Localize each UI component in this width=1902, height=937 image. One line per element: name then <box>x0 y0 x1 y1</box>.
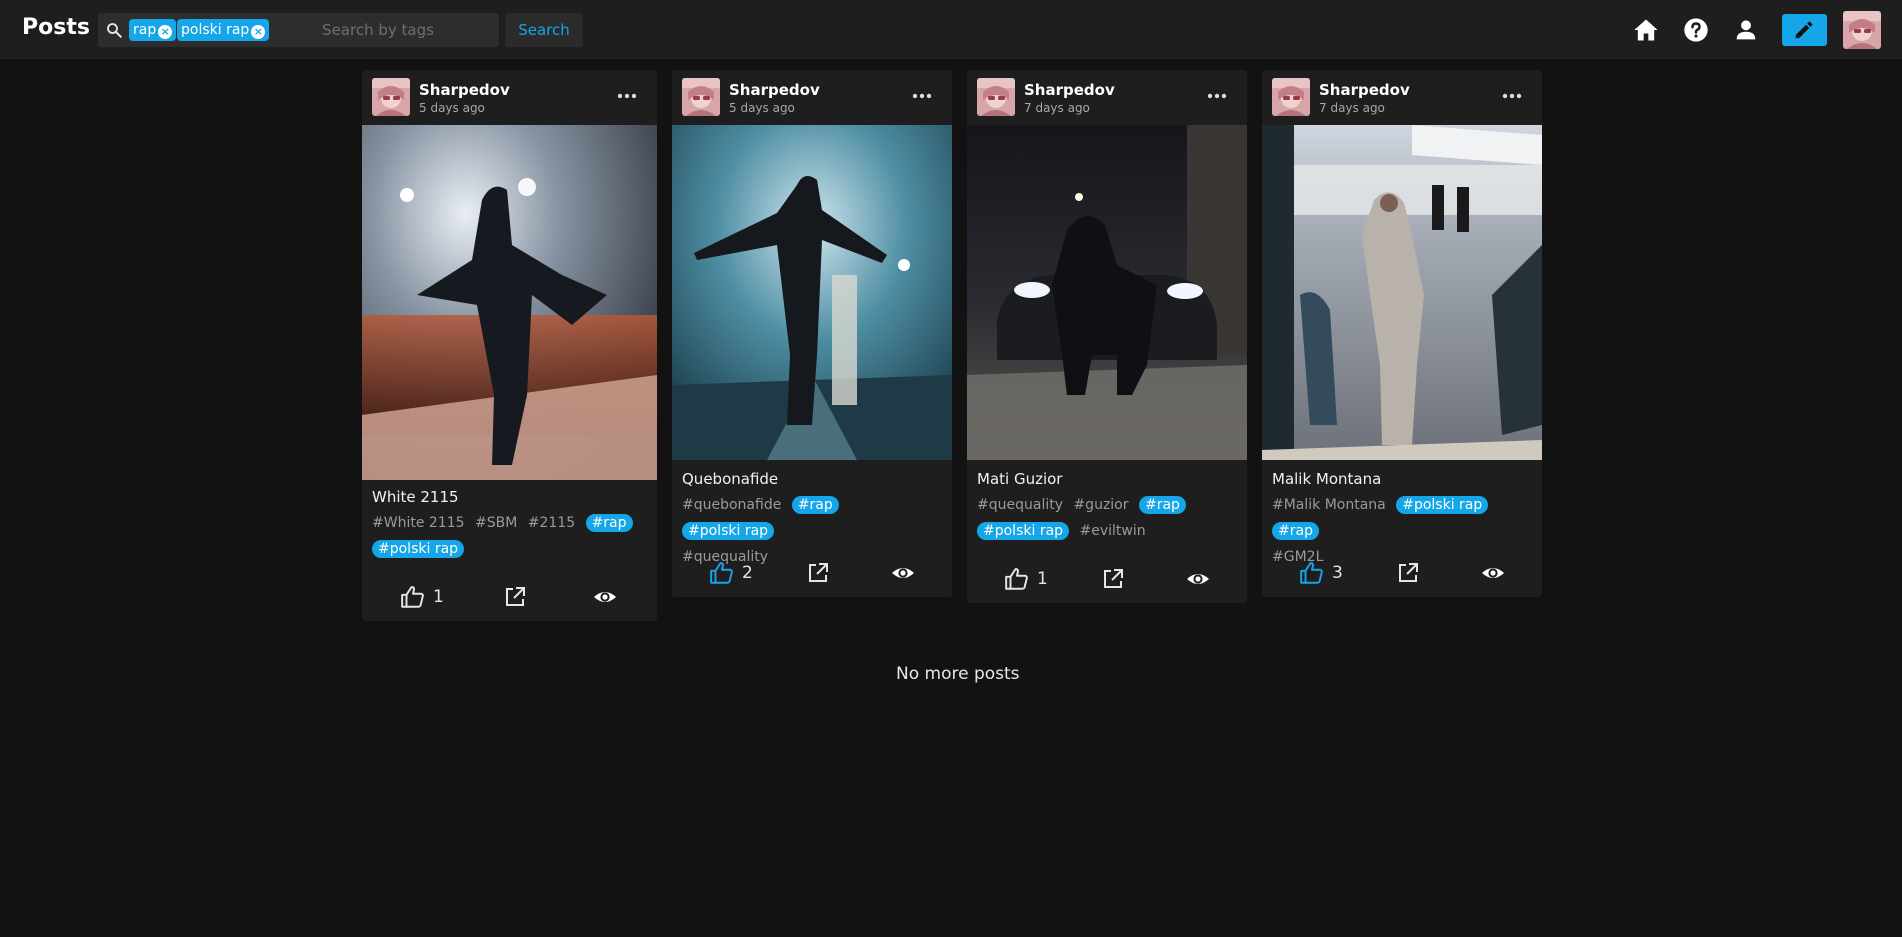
post-tag-highlighted[interactable]: #rap <box>1138 496 1186 514</box>
post-tags: #quebonafide #rap #polski rap #quequalit… <box>682 492 944 570</box>
author-avatar[interactable] <box>372 78 410 116</box>
post-time: 7 days ago <box>1319 101 1385 115</box>
post-time: 7 days ago <box>1024 101 1090 115</box>
post-time: 5 days ago <box>419 101 485 115</box>
no-more-posts-text: No more posts <box>896 664 1020 684</box>
like-count: 2 <box>742 563 753 583</box>
tag-chip-polski-rap: polski rap × <box>177 19 270 41</box>
view-icon[interactable] <box>1480 561 1506 585</box>
view-icon[interactable] <box>592 585 618 609</box>
post-card[interactable]: Sharpedov 7 days ago Mati Guzior #quequa… <box>967 70 1247 603</box>
open-post-icon[interactable] <box>806 561 830 585</box>
post-card[interactable]: Sharpedov 5 days ago Quebonafide #quebon… <box>672 70 952 597</box>
home-icon[interactable] <box>1632 16 1660 44</box>
view-icon[interactable] <box>1185 567 1211 591</box>
post-card[interactable]: Sharpedov 5 days ago White 2115 #White 2… <box>362 70 657 621</box>
more-options-icon[interactable] <box>617 91 637 101</box>
post-tag[interactable]: #eviltwin <box>1080 523 1146 539</box>
post-tag[interactable]: #White 2115 <box>372 515 465 531</box>
post-image[interactable] <box>362 125 657 480</box>
like-count: 1 <box>1037 569 1048 589</box>
post-tag[interactable]: #Malik Montana <box>1272 497 1386 513</box>
post-title[interactable]: Malik Montana <box>1272 470 1381 488</box>
account-icon[interactable] <box>1732 16 1760 44</box>
post-tags: #Malik Montana #polski rap #rap #GM2L <box>1272 492 1534 570</box>
more-options-icon[interactable] <box>1207 91 1227 101</box>
author-avatar[interactable] <box>682 78 720 116</box>
post-tag[interactable]: #SBM <box>475 515 517 531</box>
author-avatar[interactable] <box>977 78 1015 116</box>
post-tag-highlighted[interactable]: #polski rap <box>977 522 1070 540</box>
like-count: 3 <box>1332 563 1343 583</box>
tag-chip-label: polski rap <box>181 22 250 38</box>
like-count: 1 <box>433 587 444 607</box>
post-tag[interactable]: #2115 <box>528 515 575 531</box>
author-avatar[interactable] <box>1272 78 1310 116</box>
search-icon <box>107 23 122 38</box>
post-image[interactable] <box>1262 125 1542 460</box>
post-title[interactable]: White 2115 <box>372 488 459 506</box>
open-post-icon[interactable] <box>1101 567 1125 591</box>
post-tag[interactable]: #quebonafide <box>682 497 781 513</box>
post-image[interactable] <box>967 125 1247 460</box>
post-tag[interactable]: #guzior <box>1073 497 1128 513</box>
like-icon[interactable] <box>1004 566 1030 592</box>
help-icon[interactable] <box>1682 16 1710 44</box>
search-input[interactable] <box>266 19 490 41</box>
post-image[interactable] <box>672 125 952 460</box>
post-author[interactable]: Sharpedov <box>419 81 510 99</box>
post-tag-highlighted[interactable]: #rap <box>585 514 633 532</box>
remove-tag-icon[interactable]: × <box>158 25 173 39</box>
post-author[interactable]: Sharpedov <box>729 81 820 99</box>
post-tag-highlighted[interactable]: #polski rap <box>1396 496 1489 514</box>
post-tags: #White 2115 #SBM #2115 #rap #polski rap <box>372 510 647 562</box>
like-icon[interactable] <box>400 584 426 610</box>
post-author[interactable]: Sharpedov <box>1319 81 1410 99</box>
search-button[interactable]: Search <box>505 13 583 47</box>
tag-search-box[interactable]: rap × polski rap × <box>98 13 499 47</box>
more-options-icon[interactable] <box>1502 91 1522 101</box>
post-title[interactable]: Quebonafide <box>682 470 778 488</box>
post-title[interactable]: Mati Guzior <box>977 470 1062 488</box>
post-author[interactable]: Sharpedov <box>1024 81 1115 99</box>
remove-tag-icon[interactable]: × <box>251 25 266 39</box>
user-avatar[interactable] <box>1843 11 1881 49</box>
like-icon[interactable] <box>709 560 735 586</box>
post-tag-highlighted[interactable]: #rap <box>791 496 839 514</box>
new-post-button[interactable] <box>1782 14 1827 46</box>
open-post-icon[interactable] <box>503 585 527 609</box>
post-card[interactable]: Sharpedov 7 days ago Malik Montana #Mali… <box>1262 70 1542 597</box>
view-icon[interactable] <box>890 561 916 585</box>
like-icon[interactable] <box>1299 560 1325 586</box>
tag-chip-label: rap <box>133 22 157 38</box>
page-title: Posts <box>22 15 90 40</box>
post-tags: #quequality #guzior #rap #polski rap #ev… <box>977 492 1239 544</box>
post-tag-highlighted[interactable]: #rap <box>1272 522 1319 540</box>
pencil-icon <box>1795 21 1813 39</box>
post-time: 5 days ago <box>729 101 795 115</box>
post-tag-highlighted[interactable]: #polski rap <box>372 540 465 558</box>
post-tag-highlighted[interactable]: #polski rap <box>682 522 775 540</box>
top-bar: Posts rap × polski rap × Search <box>0 0 1902 59</box>
more-options-icon[interactable] <box>912 91 932 101</box>
tag-chip-rap: rap × <box>129 19 177 41</box>
open-post-icon[interactable] <box>1396 561 1420 585</box>
post-tag[interactable]: #quequality <box>977 497 1063 513</box>
